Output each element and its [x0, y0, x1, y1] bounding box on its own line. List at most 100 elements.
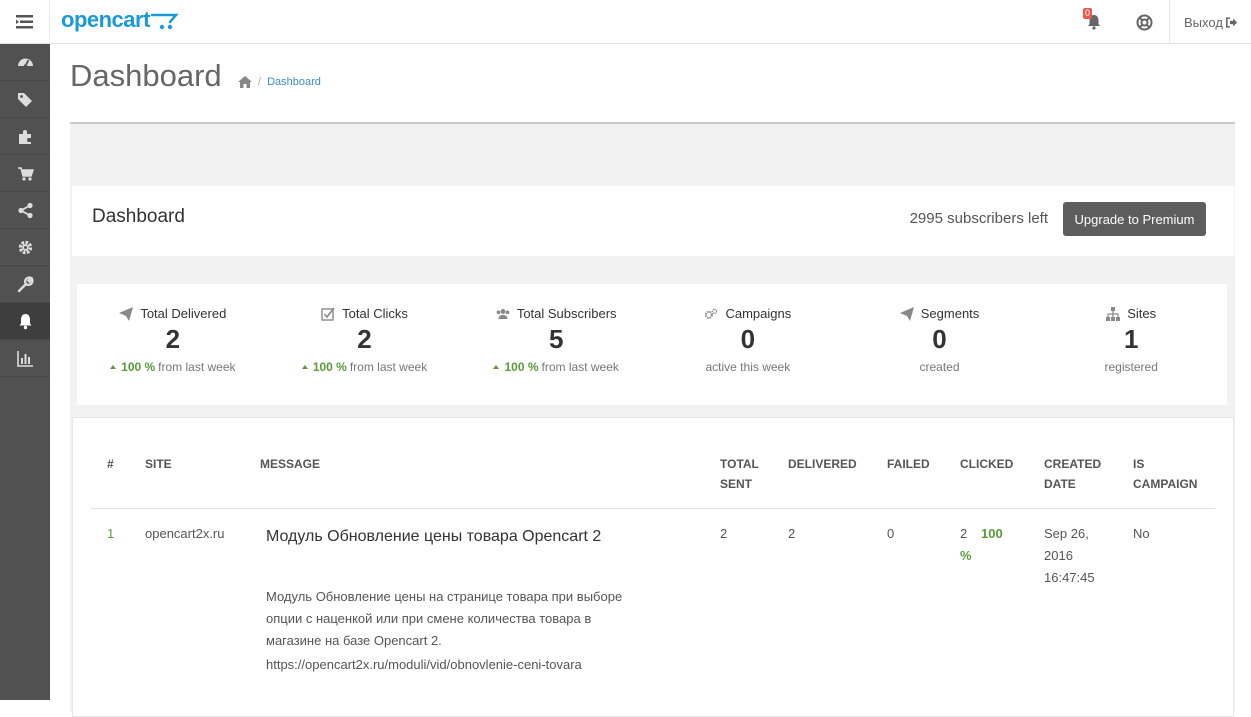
stat-total-subscribers: Total Subscribers 5 100 % from last week: [460, 284, 652, 405]
stat-value: 0: [932, 324, 947, 354]
col-header-is-campaign: IS CAMPAIGN: [1133, 454, 1197, 494]
messages-table: # SITE MESSAGE TOTAL SENT DELIVERED FAILE…: [72, 417, 1234, 717]
notification-badge: 0: [1083, 8, 1093, 19]
dashboard-bar: Dashboard 2995 subscribers left Upgrade …: [72, 186, 1234, 256]
dashboard-title: Dashboard: [92, 206, 185, 227]
col-header-total-sent-line2: SENT: [720, 477, 753, 491]
col-header-site: SITE: [145, 457, 172, 471]
col-header-campaign-line2: CAMPAIGN: [1133, 477, 1198, 491]
home-icon[interactable]: [238, 76, 252, 88]
cell-created-line2: 2016: [1044, 548, 1073, 563]
sidebar-item-tools[interactable]: [0, 266, 50, 303]
col-header-failed: FAILED: [887, 457, 930, 471]
col-header-created-line2: DATE: [1044, 477, 1076, 491]
cell-clicked-percent-unit: %: [960, 548, 972, 563]
cell-delivered: 2: [788, 526, 796, 541]
cell-created-line1: Sep 26,: [1044, 526, 1089, 541]
cell-message-url: https://opencart2x.ru/moduli/vid/obnovle…: [266, 657, 582, 672]
col-header-delivered: DELIVERED: [788, 457, 857, 471]
col-header-num: #: [107, 457, 114, 471]
sidebar-item-marketing[interactable]: [0, 192, 50, 229]
stat-value: 0: [740, 324, 756, 354]
gears-icon: [705, 308, 718, 319]
check-square-icon: [321, 307, 335, 321]
stat-campaigns: Campaigns 0 active this week: [652, 284, 844, 405]
sidebar-item-extensions[interactable]: [0, 118, 50, 155]
users-icon: [496, 308, 510, 319]
stat-segments: Segments 0 created: [844, 284, 1036, 405]
sitemap-icon: [1106, 306, 1121, 321]
logout-button[interactable]: Выход: [1169, 0, 1251, 44]
tags-icon: [17, 92, 32, 107]
table-header-divider: [91, 508, 1215, 509]
menu-toggle-button[interactable]: [0, 0, 50, 44]
stat-label: Total Delivered: [140, 306, 227, 321]
share-icon: [17, 202, 33, 218]
stat-value: 5: [548, 324, 564, 354]
cell-num: 1: [107, 526, 115, 541]
sidebar-item-catalog[interactable]: [0, 81, 50, 118]
cell-created-date: Sep 26, 2016 16:47:45: [1044, 523, 1095, 589]
cell-clicked-percent: 100: [981, 526, 1003, 541]
stat-total-clicks: Total Clicks 2 100 % from last week: [269, 284, 461, 405]
notifications-button[interactable]: 0: [1069, 0, 1119, 44]
cell-site: opencart2x.ru: [145, 526, 225, 541]
stat-subtext: active this week: [705, 360, 791, 374]
stat-value: 2: [165, 324, 181, 354]
cell-clicked: 2: [960, 526, 968, 541]
col-header-campaign-line1: IS: [1133, 457, 1145, 471]
stat-subtext: from last week: [158, 360, 236, 374]
stat-label: Sites: [1127, 306, 1157, 321]
breadcrumb-separator: /: [258, 76, 262, 88]
stat-sites: Sites 1 registered: [1035, 284, 1227, 405]
logout-label: Выход: [1184, 14, 1223, 30]
stat-value: 1: [1123, 324, 1139, 354]
cart-icon: [17, 166, 34, 181]
stat-total-delivered: Total Delivered 2 100 % from last week: [77, 284, 269, 405]
sign-out-icon: [1225, 16, 1237, 28]
stat-percent: 100 %: [504, 360, 539, 374]
top-header: opencart 0 Выход: [0, 0, 1251, 44]
subscribers-left: 2995 subscribers left: [909, 210, 1048, 227]
sidebar-item-dashboard[interactable]: [0, 44, 50, 81]
cell-total-sent: 2: [720, 526, 728, 541]
sidebar: [0, 44, 50, 700]
wrench-icon: [17, 275, 34, 292]
page-title: Dashboard: [70, 58, 222, 93]
stat-subtext: registered: [1104, 360, 1158, 374]
stat-label: Campaigns: [725, 306, 792, 321]
bar-chart-icon: [16, 350, 33, 367]
stat-label: Segments: [920, 306, 980, 321]
opencart-logo[interactable]: opencart: [61, 7, 180, 33]
help-button[interactable]: [1119, 0, 1169, 44]
main-content: Dashboard / Dashboard Dashboard 2995 sub…: [50, 44, 1251, 717]
col-header-created-line1: CREATED: [1044, 457, 1102, 471]
stat-label: Total Clicks: [342, 306, 408, 321]
stat-percent: 100 %: [121, 360, 156, 374]
breadcrumb-dashboard-link[interactable]: Dashboard: [267, 76, 321, 88]
stat-label: Total Subscribers: [516, 306, 617, 321]
menu-icon: [16, 15, 33, 29]
stats-row: Total Delivered 2 100 % from last week To…: [77, 284, 1227, 405]
upgrade-premium-button[interactable]: Upgrade to Premium: [1063, 202, 1206, 236]
life-ring-icon: [1136, 14, 1152, 30]
cart-logo-icon: [150, 13, 179, 30]
col-header-total-sent-line1: TOTAL: [720, 457, 759, 471]
cell-created-line3: 16:47:45: [1044, 570, 1095, 585]
paper-plane-icon: [899, 306, 914, 321]
cell-message-body: Модуль Обновление цены на странице товар…: [266, 589, 623, 648]
col-header-message: MESSAGE: [260, 457, 321, 471]
dashboard-panel: Dashboard 2995 subscribers left Upgrade …: [70, 122, 1235, 717]
sidebar-item-reports[interactable]: [0, 340, 50, 377]
bell-icon: [19, 313, 31, 329]
sidebar-item-settings[interactable]: [0, 229, 50, 266]
sidebar-item-sales[interactable]: [0, 155, 50, 192]
arrow-up-icon: [301, 365, 308, 369]
col-header-total-sent: TOTAL SENT: [720, 454, 759, 494]
stat-subtext: from last week: [541, 360, 619, 374]
stat-subtext: from last week: [349, 360, 428, 374]
stat-subtext: created: [919, 360, 960, 374]
stat-percent: 100 %: [312, 360, 347, 374]
col-header-created-date: CREATED DATE: [1044, 454, 1101, 494]
sidebar-item-notifications[interactable]: [0, 303, 50, 340]
